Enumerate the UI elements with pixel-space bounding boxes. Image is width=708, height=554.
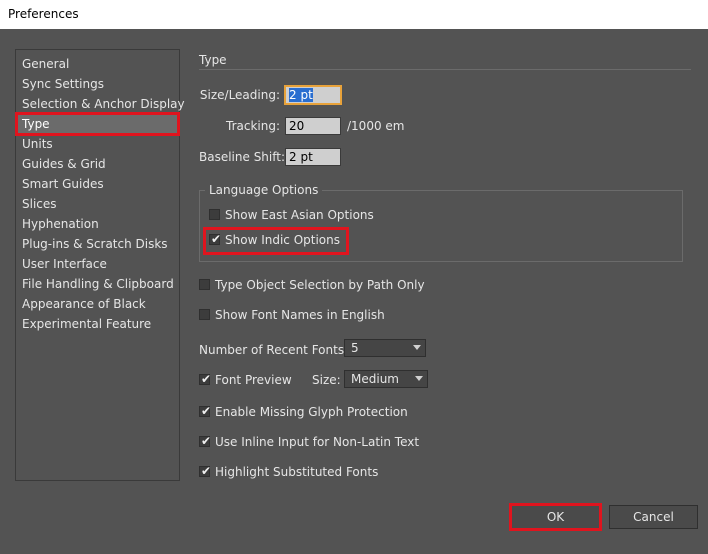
checkmark-icon: ✔ — [201, 404, 212, 418]
recent-fonts-value: 5 — [351, 341, 359, 355]
missing-glyph-checkbox[interactable]: ✔ — [199, 404, 212, 418]
sidebar-item-sync-settings[interactable]: Sync Settings — [17, 74, 178, 94]
section-divider — [199, 69, 691, 70]
show-font-names-english-label: Show Font Names in English — [215, 308, 385, 322]
sidebar-item-general[interactable]: General — [17, 54, 178, 74]
window-title: Preferences — [8, 7, 79, 21]
font-preview-size-label: Size: — [312, 373, 341, 387]
size-leading-label: Size/Leading: — [199, 88, 280, 102]
size-leading-field[interactable]: 2 pt — [285, 86, 341, 104]
dialog-body: General Sync Settings Selection & Anchor… — [0, 29, 708, 554]
show-font-names-english-checkbox[interactable] — [199, 309, 210, 320]
highlight-substituted-checkbox[interactable]: ✔ — [199, 464, 212, 478]
show-indic-label: Show Indic Options — [225, 233, 341, 247]
inline-input-checkbox[interactable]: ✔ — [199, 434, 212, 448]
sidebar-item-file-handling-clipboard[interactable]: File Handling & Clipboard — [17, 274, 178, 294]
cancel-button[interactable]: Cancel — [609, 505, 698, 529]
checkmark-icon: ✔ — [201, 434, 212, 448]
sidebar-item-units[interactable]: Units — [17, 134, 178, 154]
show-indic-checkbox[interactable]: ✔ — [209, 232, 222, 246]
font-preview-label: Font Preview — [215, 373, 292, 387]
ok-button[interactable]: OK — [509, 503, 602, 531]
tracking-field[interactable]: 20 — [285, 117, 341, 135]
checkmark-icon: ✔ — [201, 464, 212, 478]
tracking-label: Tracking: — [226, 119, 280, 133]
tracking-unit: /1000 em — [347, 119, 405, 133]
sidebar-item-appearance-of-black[interactable]: Appearance of Black — [17, 294, 178, 314]
sidebar-item-smart-guides[interactable]: Smart Guides — [17, 174, 178, 194]
highlight-substituted-label: Highlight Substituted Fonts — [215, 465, 379, 479]
missing-glyph-label: Enable Missing Glyph Protection — [215, 405, 408, 419]
sidebar-item-plugins-scratch-disks[interactable]: Plug-ins & Scratch Disks — [17, 234, 178, 254]
baseline-shift-field[interactable]: 2 pt — [285, 148, 341, 166]
sidebar-item-slices[interactable]: Slices — [17, 194, 178, 214]
title-bar: Preferences — [0, 0, 708, 29]
language-options-legend: Language Options — [205, 183, 323, 197]
sidebar-item-guides-grid[interactable]: Guides & Grid — [17, 154, 178, 174]
inline-input-label: Use Inline Input for Non-Latin Text — [215, 435, 420, 449]
font-preview-size-value: Medium — [351, 372, 399, 386]
section-title: Type — [199, 53, 227, 67]
sidebar-item-experimental-feature[interactable]: Experimental Feature — [17, 314, 178, 334]
preferences-dialog: Preferences General Sync Settings Select… — [0, 0, 708, 554]
show-east-asian-label: Show East Asian Options — [225, 208, 374, 222]
category-list: General Sync Settings Selection & Anchor… — [15, 49, 185, 481]
size-leading-value: 2 pt — [289, 88, 313, 102]
sidebar-item-type[interactable]: Type — [15, 112, 180, 136]
show-east-asian-checkbox[interactable] — [209, 209, 220, 220]
baseline-shift-label: Baseline Shift: — [199, 150, 286, 164]
type-object-selection-label: Type Object Selection by Path Only — [215, 278, 425, 292]
recent-fonts-label: Number of Recent Fonts: — [199, 343, 349, 357]
font-preview-checkbox[interactable]: ✔ — [199, 372, 212, 386]
type-object-selection-checkbox[interactable] — [199, 279, 210, 290]
sidebar-item-selection-anchor-display[interactable]: Selection & Anchor Display — [17, 94, 185, 114]
chevron-down-icon — [413, 345, 421, 350]
sidebar-item-user-interface[interactable]: User Interface — [17, 254, 178, 274]
checkmark-icon: ✔ — [211, 232, 222, 246]
font-preview-size-dropdown[interactable]: Medium — [344, 370, 428, 388]
checkmark-icon: ✔ — [201, 372, 212, 386]
recent-fonts-dropdown[interactable]: 5 — [344, 339, 426, 357]
chevron-down-icon — [415, 376, 423, 381]
sidebar-item-hyphenation[interactable]: Hyphenation — [17, 214, 178, 234]
